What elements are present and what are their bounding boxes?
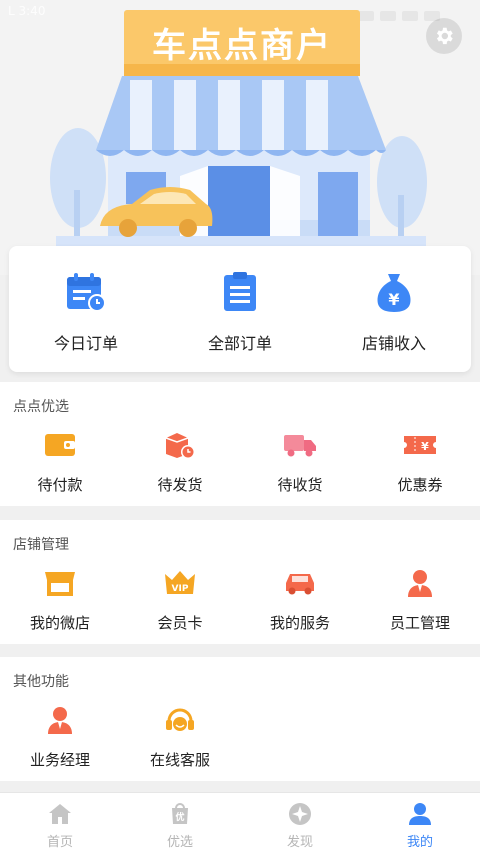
tab-youxuan[interactable]: 优 优选 — [120, 793, 240, 853]
store-income-label: 店铺收入 — [361, 334, 426, 353]
headset-icon — [163, 703, 197, 737]
my-store-label: 我的微店 — [29, 614, 90, 632]
online-support-label: 在线客服 — [149, 751, 210, 769]
coupon-label: 优惠券 — [397, 476, 443, 494]
money-bag-icon: ¥ — [370, 268, 418, 316]
tab-youxuan-label: 优选 — [166, 835, 193, 850]
store-icon — [43, 566, 77, 600]
svg-text:优: 优 — [175, 811, 184, 823]
truck-icon — [283, 428, 317, 462]
tab-mine[interactable]: 我的 — [360, 793, 480, 853]
manager-icon — [43, 703, 77, 737]
pending-shipment-button[interactable]: 待发货 — [120, 428, 240, 495]
bag-icon: 优 — [167, 801, 193, 827]
online-support-button[interactable]: 在线客服 — [120, 703, 240, 770]
section-title: 点点优选 — [13, 399, 69, 415]
order-summary-card: 今日订单 全部订单 ¥ 店铺收入 — [9, 246, 471, 372]
all-orders-label: 全部订单 — [207, 334, 272, 353]
header-illustration: L 3:40 车点点商户 — [0, 0, 480, 275]
my-services-label: 我的服务 — [269, 614, 330, 632]
compass-icon — [287, 801, 313, 827]
svg-text:VIP: VIP — [172, 584, 189, 594]
today-orders-label: 今日订单 — [53, 334, 118, 353]
staff-management-button[interactable]: 员工管理 — [360, 566, 480, 633]
coupon-button[interactable]: ¥ 优惠券 — [360, 428, 480, 495]
tab-discover[interactable]: 发现 — [240, 793, 360, 853]
tab-discover-label: 发现 — [286, 835, 313, 850]
box-clock-icon — [163, 428, 197, 462]
section-title: 其他功能 — [13, 674, 69, 690]
business-manager-label: 业务经理 — [29, 751, 90, 769]
pending-payment-button[interactable]: 待付款 — [0, 428, 120, 495]
staff-icon — [403, 566, 437, 600]
section-title: 店铺管理 — [13, 537, 69, 553]
settings-button[interactable] — [426, 18, 462, 54]
my-store-button[interactable]: 我的微店 — [0, 566, 120, 633]
pending-shipment-label: 待发货 — [157, 476, 203, 494]
home-icon — [47, 801, 73, 827]
svg-text:¥: ¥ — [388, 290, 399, 309]
tab-home-label: 首页 — [46, 835, 73, 850]
my-services-button[interactable]: 我的服务 — [240, 566, 360, 633]
pending-payment-label: 待付款 — [37, 476, 83, 494]
svg-text:¥: ¥ — [421, 440, 429, 453]
section-dian-youxuan: 点点优选 待付款 待发货 待收货 ¥ 优惠券 — [0, 382, 480, 506]
coupon-icon: ¥ — [403, 428, 437, 462]
shop-sign: 车点点商户 — [152, 26, 332, 66]
clipboard-list-icon — [216, 268, 264, 316]
today-orders-button[interactable]: 今日订单 — [9, 246, 163, 372]
pending-receipt-button[interactable]: 待收货 — [240, 428, 360, 495]
all-orders-button[interactable]: 全部订单 — [163, 246, 317, 372]
wallet-icon — [43, 428, 77, 462]
staff-management-label: 员工管理 — [389, 614, 450, 632]
business-manager-button[interactable]: 业务经理 — [0, 703, 120, 770]
tab-home[interactable]: 首页 — [0, 793, 120, 853]
vip-crown-icon: VIP — [163, 566, 197, 600]
store-income-button[interactable]: ¥ 店铺收入 — [317, 246, 471, 372]
pending-receipt-label: 待收货 — [277, 476, 323, 494]
gear-icon — [436, 27, 453, 45]
section-store-management: 店铺管理 我的微店 VIP 会员卡 我的服务 员工管理 — [0, 520, 480, 644]
tab-mine-label: 我的 — [406, 835, 433, 850]
calendar-clock-icon — [62, 268, 110, 316]
bottom-tab-bar: 首页 优 优选 发现 我的 — [0, 792, 480, 853]
member-card-label: 会员卡 — [157, 614, 203, 632]
user-icon — [407, 801, 433, 827]
section-other-functions: 其他功能 业务经理 在线客服 — [0, 657, 480, 781]
car-icon — [283, 566, 317, 600]
member-card-button[interactable]: VIP 会员卡 — [120, 566, 240, 633]
